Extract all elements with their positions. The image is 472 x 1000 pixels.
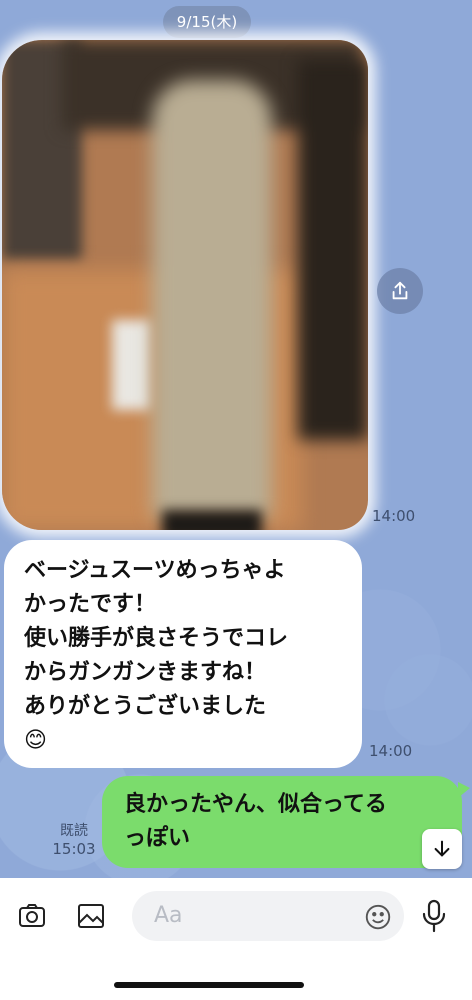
image-icon bbox=[78, 904, 104, 928]
photo-blur-region bbox=[298, 60, 368, 440]
read-label: 既読 bbox=[60, 823, 88, 839]
incoming-timestamp: 14:00 bbox=[369, 742, 413, 760]
photo-timestamp: 14:00 bbox=[372, 507, 416, 525]
home-indicator bbox=[114, 982, 304, 988]
arrow-down-icon bbox=[434, 840, 450, 857]
microphone-icon bbox=[422, 899, 446, 933]
emoji-button[interactable] bbox=[360, 899, 396, 935]
photo-blur-region bbox=[152, 80, 272, 520]
photo-blur-region bbox=[162, 510, 262, 530]
scroll-to-bottom-button[interactable] bbox=[422, 829, 462, 869]
photo-message[interactable] bbox=[2, 40, 368, 530]
incoming-message-bubble[interactable]: ベージュスーツめっちゃよ かったです！ 使い勝手が良さそうでコレ からガンガンき… bbox=[4, 540, 362, 768]
photo-blur-region bbox=[112, 320, 152, 410]
date-separator: 9/15(木) bbox=[163, 6, 251, 38]
share-button[interactable] bbox=[377, 268, 423, 314]
microphone-button[interactable] bbox=[416, 896, 452, 936]
camera-icon bbox=[19, 904, 45, 927]
read-receipt: 既読 15:03 bbox=[50, 822, 98, 858]
outgoing-message-bubble[interactable]: 良かったやん、似合ってる っぽい bbox=[102, 776, 470, 868]
outgoing-timestamp: 15:03 bbox=[52, 840, 96, 858]
emoji-icon bbox=[365, 904, 391, 930]
camera-button[interactable] bbox=[14, 898, 50, 934]
image-button[interactable] bbox=[73, 898, 109, 934]
share-icon bbox=[392, 281, 408, 300]
